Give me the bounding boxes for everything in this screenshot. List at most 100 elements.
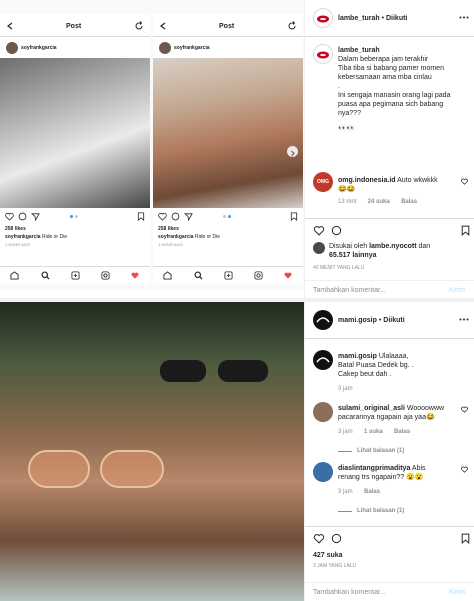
comment-text: renang trs ngapain?? 😮😮 [338,474,424,481]
avatar[interactable] [313,350,333,370]
post-photo[interactable] [153,58,303,208]
follow-status[interactable]: Diikuti [383,317,404,324]
comment-time[interactable]: 3 jam [338,489,353,495]
comment-icon[interactable] [331,533,342,544]
avatar[interactable] [313,402,333,422]
liker-avatar[interactable] [313,242,325,254]
liked-by-prefix: Disukai oleh [329,243,368,250]
caption-line: Dalam beberapa jam terakhir [338,56,429,63]
add-post-icon[interactable] [71,271,80,280]
caption-emoji: 👀👀 [338,125,356,132]
actions-divider [305,218,474,219]
avatar[interactable] [6,42,18,54]
post-timestamp: 40 MENIT YANG LALU [313,265,365,271]
post-comment-button[interactable]: Kirim [449,588,465,597]
comment: sulami_original_asli Woooowww pacarannya… [338,404,458,437]
activity-heart-icon[interactable] [131,272,139,279]
header-divider [305,338,474,339]
carousel-next-button[interactable] [287,146,298,157]
comment-username[interactable]: omg.indonesia.id [338,177,396,184]
sunglasses-woman [28,450,168,490]
comment-time[interactable]: 13 mnt [338,199,356,205]
bottom-right-panel: mami.gosip • Diikuti mami.gosip Ulalaaaa… [304,302,474,601]
home-icon[interactable] [163,271,172,280]
post-date: 1 HOUR AGO [158,242,183,247]
comment-text: Abis [411,465,426,472]
back-arrow-icon[interactable] [6,22,14,30]
reels-icon[interactable] [254,271,263,280]
view-replies-button[interactable]: Lihat balasan (1) [357,507,404,516]
heart-icon[interactable] [313,533,325,544]
comment-username[interactable]: sulami_original_asli [338,405,405,412]
search-icon[interactable] [41,271,50,280]
reply-button[interactable]: Balas [394,429,410,435]
comment-username[interactable]: diaslintangprimaditya [338,465,410,472]
post-photo[interactable] [0,58,150,208]
follow-status[interactable]: Diikuti [386,15,407,22]
heart-icon[interactable] [5,212,14,221]
caption-line: Ulalaaaa, [378,353,409,360]
bookmark-icon[interactable] [461,225,470,236]
comment-icon[interactable] [18,212,27,221]
avatar[interactable] [313,44,333,64]
comment-text: Woooowww [406,405,445,412]
bookmark-icon[interactable] [461,533,470,544]
activity-heart-icon[interactable] [284,272,292,279]
liked-by-count[interactable]: 65.517 lainnya [329,251,376,260]
search-icon[interactable] [194,271,203,280]
post-photo[interactable] [0,302,304,601]
comment-like-icon[interactable] [461,466,468,473]
avatar[interactable] [313,462,333,482]
caption-line: Cakep beut dah . [338,371,392,378]
more-options-icon[interactable] [459,16,469,19]
post-header-title: Post [219,23,235,30]
comment-meta: 13 mnt 24 suka Balas [338,198,417,207]
caption-username[interactable]: lambe_turah [338,46,472,55]
more-options-icon[interactable] [459,318,469,321]
add-post-icon[interactable] [224,271,233,280]
account-username[interactable]: lambe_turah [338,15,380,22]
refresh-icon[interactable] [134,21,144,31]
post-username[interactable]: soyfrankgarcia [21,44,57,53]
comment-input[interactable]: Tambahkan komentar... [313,588,386,597]
bookmark-icon[interactable] [290,212,298,221]
comment-input-bar: Tambahkan komentar... Kirim [305,582,474,601]
caption-time: 3 jam [338,386,353,392]
avatar[interactable]: OMG [313,172,333,192]
reply-button[interactable]: Balas [401,199,417,205]
heart-icon[interactable] [158,212,167,221]
share-icon[interactable] [184,212,193,221]
reels-icon[interactable] [101,271,110,280]
heart-icon[interactable] [313,225,325,236]
back-arrow-icon[interactable] [159,22,167,30]
comment-icon[interactable] [331,225,342,236]
home-icon[interactable] [10,271,19,280]
liked-by-suffix: dan [418,243,431,250]
refresh-icon[interactable] [287,21,297,31]
post-header: lambe_turah • Diikuti [338,14,407,23]
avatar[interactable] [313,310,333,330]
sunglasses-man [160,354,270,382]
bookmark-icon[interactable] [137,212,145,221]
reply-button[interactable]: Balas [364,489,380,495]
comment-likes[interactable]: 24 suka [368,199,390,205]
post-comment-button[interactable]: Kirim [449,286,465,295]
avatar[interactable] [313,8,333,28]
post-date: 1 HOUR AGO [5,242,30,247]
post-username[interactable]: soyfrankgarcia [174,44,210,53]
comment-input-bar: Tambahkan komentar... Kirim [305,280,474,298]
likes-count[interactable]: 427 suka [313,551,343,560]
comment-icon[interactable] [171,212,180,221]
comment-like-icon[interactable] [461,406,468,413]
share-icon[interactable] [31,212,40,221]
comment-like-icon[interactable] [461,178,468,185]
account-username[interactable]: mami.gosip [338,317,377,324]
comment-input[interactable]: Tambahkan komentar... [313,286,386,295]
comment-likes[interactable]: 1 suka [364,429,383,435]
liked-by-user[interactable]: lambe.nyocott [369,243,416,250]
header-divider [0,36,150,37]
avatar[interactable] [159,42,171,54]
caption-username[interactable]: mami.gosip [338,353,377,360]
comment-time[interactable]: 3 jam [338,429,353,435]
view-replies-button[interactable]: Lihat balasan (1) [357,447,404,456]
